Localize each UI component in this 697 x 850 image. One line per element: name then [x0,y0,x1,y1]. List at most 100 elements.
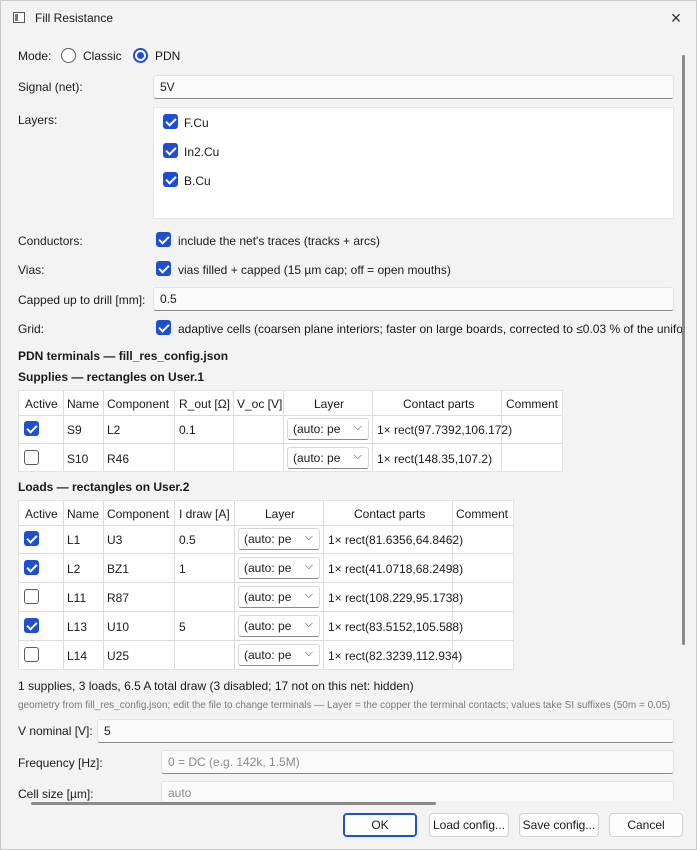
mode-pdn-radio[interactable] [133,48,148,63]
v-nominal-label: V nominal [V]: [18,724,93,738]
supplies-col-rout: R_out [Ω] [179,397,230,411]
layers-label: Layers: [18,113,58,127]
supply-layer-select[interactable]: (auto: pe ⌵ [287,447,369,469]
supplies-heading: Supplies — rectangles on User.1 [18,370,205,384]
load-component[interactable]: U10 [107,620,129,634]
load-config-button[interactable]: Load config... [429,813,509,837]
ok-button[interactable]: OK [343,813,417,837]
supply-name[interactable]: S10 [67,452,88,466]
vias-checkbox-label[interactable]: vias filled + capped (15 µm cap; off = o… [178,263,451,277]
load-contact[interactable]: 1× rect(108.229,95.1738) [328,591,463,605]
layer-label-bcu[interactable]: B.Cu [184,174,211,188]
load-layer-select[interactable]: (auto: pe ⌵ [238,644,320,666]
grid-checkbox-label[interactable]: adaptive cells (coarsen plane interiors;… [178,322,685,336]
title-bar: Fill Resistance × [1,1,696,35]
load-layer-select[interactable]: (auto: pe ⌵ [238,557,320,579]
load-layer-value: (auto: pe [244,648,292,662]
load-name[interactable]: L11 [67,591,86,605]
supply-name[interactable]: S9 [67,423,82,437]
supply-layer-select[interactable]: (auto: pe ⌵ [287,418,369,440]
supply-contact[interactable]: 1× rect(148.35,107.2) [377,452,492,466]
supply-layer-value: (auto: pe [293,422,341,436]
loads-col-active: Active [25,507,58,521]
supplies-col-layer: Layer [314,397,345,411]
save-config-button[interactable]: Save config... [519,813,599,837]
supplies-col-component: Component [107,397,170,411]
supplies-table: Active Name Component R_out [Ω] V_oc [V]… [18,390,563,472]
load-layer-select[interactable]: (auto: pe ⌵ [238,586,320,608]
load-layer-select[interactable]: (auto: pe ⌵ [238,615,320,637]
dialog-window: Fill Resistance × Mode: Classic PDN Sign… [0,0,697,850]
load-name[interactable]: L14 [67,649,87,663]
load-contact[interactable]: 1× rect(82.3239,112.934) [328,649,462,663]
load-name[interactable]: L13 [67,620,87,634]
load-component[interactable]: U3 [107,533,122,547]
load-active-checkbox[interactable] [24,589,39,604]
load-layer-value: (auto: pe [244,619,292,633]
cancel-button[interactable]: Cancel [609,813,683,837]
load-component[interactable]: R87 [107,591,129,605]
conductors-checkbox[interactable] [156,232,171,247]
loads-col-component: Component [107,507,170,521]
supply-component[interactable]: L2 [107,423,120,437]
load-active-checkbox[interactable] [24,618,39,633]
mode-label: Mode: [18,49,52,63]
supply-layer-value: (auto: pe [293,451,341,465]
pdn-heading: PDN terminals — fill_res_config.json [18,349,229,363]
load-idraw[interactable]: 0.5 [179,533,196,547]
load-component[interactable]: U25 [107,649,129,663]
load-active-checkbox[interactable] [24,647,39,662]
signal-label: Signal (net): [18,80,83,94]
supplies-col-contact: Contact parts [403,397,475,411]
chevron-down-icon: ⌵ [304,560,313,572]
loads-col-comment: Comment [456,507,509,521]
load-idraw[interactable]: 5 [179,620,186,634]
supply-rout[interactable]: 0.1 [179,423,196,437]
chevron-down-icon: ⌵ [304,589,313,601]
mode-pdn-label[interactable]: PDN [155,49,180,63]
supply-contact[interactable]: 1× rect(97.7392,106.172) [377,423,512,437]
cell-size-label: Cell size [µm]: [18,787,94,801]
summary-text: 1 supplies, 3 loads, 6.5 A total draw (3… [18,679,414,693]
supply-active-checkbox[interactable] [24,450,39,465]
mode-classic-radio[interactable] [61,48,76,63]
horizontal-scrollbar[interactable] [31,802,436,805]
supply-component[interactable]: R46 [107,452,129,466]
load-name[interactable]: L1 [67,533,80,547]
load-layer-select[interactable]: (auto: pe ⌵ [238,528,320,550]
load-active-checkbox[interactable] [24,531,39,546]
load-layer-value: (auto: pe [244,590,292,604]
load-component[interactable]: BZ1 [107,562,129,576]
vertical-scrollbar[interactable] [682,55,685,645]
loads-col-idraw: I draw [A] [179,507,230,521]
cell-size-field[interactable]: auto [161,781,674,801]
signal-net-field[interactable]: 5V [153,75,674,99]
close-icon[interactable]: × [662,4,690,32]
load-contact[interactable]: 1× rect(81.6356,64.8462) [328,533,463,547]
chevron-down-icon: ⌵ [304,618,313,630]
layer-checkbox-bcu[interactable] [163,172,178,187]
layer-label-fcu[interactable]: F.Cu [184,116,209,130]
load-idraw[interactable]: 1 [179,562,186,576]
supply-active-checkbox[interactable] [24,421,39,436]
layer-label-in2cu[interactable]: In2.Cu [184,145,219,159]
load-contact[interactable]: 1× rect(41.0718,68.2498) [328,562,463,576]
mode-classic-label[interactable]: Classic [83,49,122,63]
layer-checkbox-in2cu[interactable] [163,143,178,158]
loads-col-layer: Layer [265,507,296,521]
load-name[interactable]: L2 [67,562,80,576]
supplies-col-name: Name [67,397,100,411]
capped-drill-field[interactable]: 0.5 [153,287,674,311]
frequency-field[interactable]: 0 = DC (e.g. 142k, 1.5M) [161,750,674,774]
config-note: geometry from fill_res_config.json; edit… [18,700,671,711]
v-nominal-field[interactable]: 5 [97,719,674,743]
grid-label: Grid: [18,322,45,336]
layer-checkbox-fcu[interactable] [163,114,178,129]
chevron-down-icon: ⌵ [304,647,313,659]
conductors-checkbox-label[interactable]: include the net's traces (tracks + arcs) [178,234,380,248]
load-active-checkbox[interactable] [24,560,39,575]
load-contact[interactable]: 1× rect(83.5152,105.588) [328,620,463,634]
app-window-icon [13,12,25,23]
vias-checkbox[interactable] [156,261,171,276]
grid-checkbox[interactable] [156,320,171,335]
